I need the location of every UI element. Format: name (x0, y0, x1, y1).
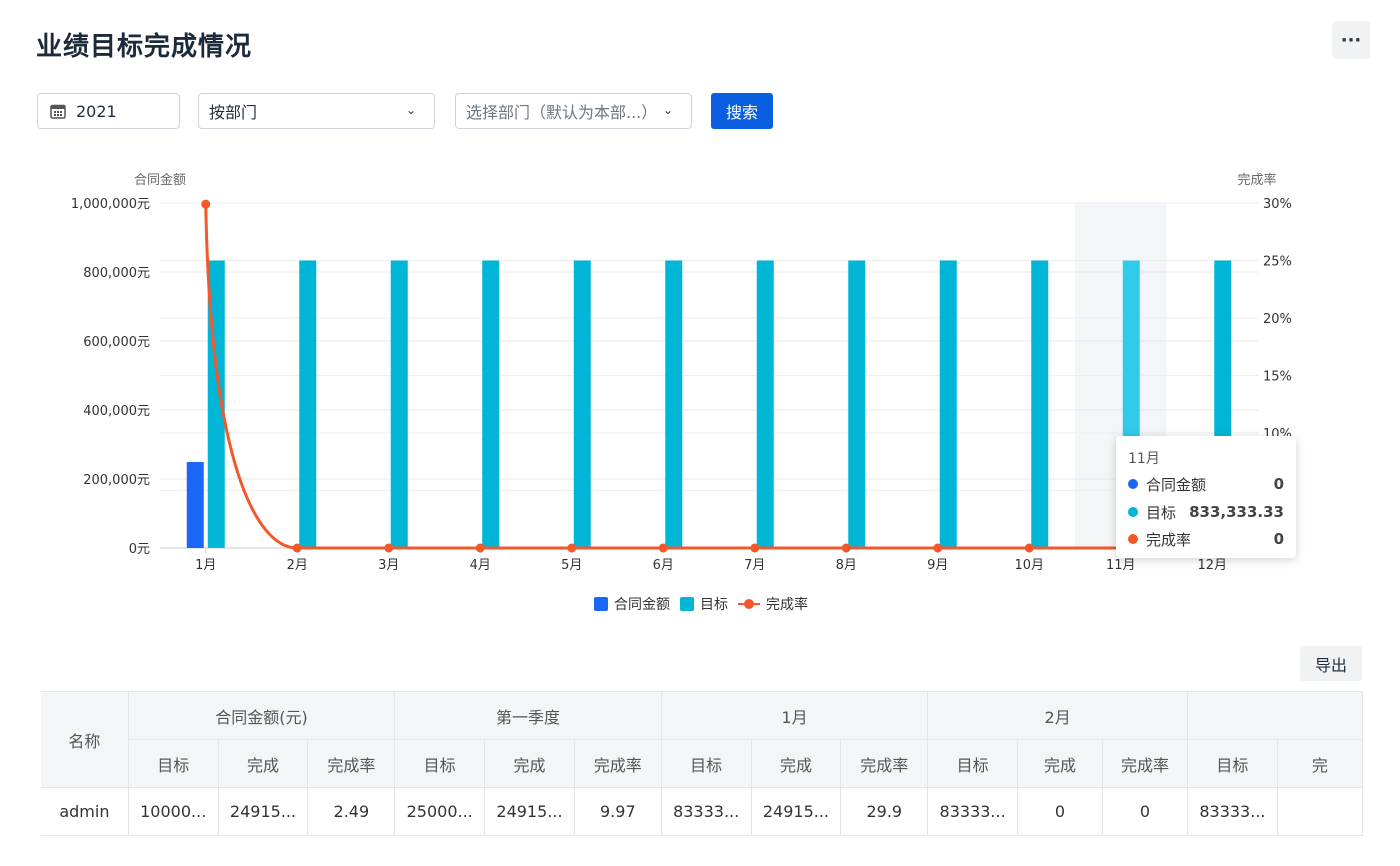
table-cell: 29.9 (840, 787, 929, 836)
sub-header: 目标 (128, 739, 219, 788)
table-cell: 9.97 (574, 787, 662, 836)
group-header: 第一季度 (394, 691, 662, 740)
sub-header: 目标 (1187, 739, 1278, 788)
sub-header: 完成率 (307, 739, 396, 788)
sub-header: 完成 (484, 739, 575, 788)
group-header: 2月 (927, 691, 1189, 740)
sub-header: 完成率 (840, 739, 929, 788)
group-header: 合同金额(元) (128, 691, 396, 740)
table-cell: 0 (1102, 787, 1189, 836)
performance-table: 名称 合同金额(元) 第一季度 1月 2月 目标 完成 完成率 目标 完成 完成… (41, 691, 1363, 836)
group-header: 1月 (661, 691, 929, 740)
sub-header: 完成 (751, 739, 842, 788)
table-row: admin 10000... 24915... 2.49 25000... 24… (41, 787, 1363, 836)
table-cell: 10000... (128, 787, 219, 836)
table-cell: 83333... (927, 787, 1019, 836)
sub-header: 目标 (661, 739, 752, 788)
table-cell: 24915... (218, 787, 309, 836)
table-cell: 24915... (484, 787, 575, 836)
sub-header: 完成 (1017, 739, 1104, 788)
sub-header: 完成 (218, 739, 309, 788)
table-clip: 名称 合同金额(元) 第一季度 1月 2月 目标 完成 完成率 目标 完成 完成… (0, 0, 1363, 866)
table-cell (1277, 787, 1363, 836)
sub-header: 目标 (394, 739, 486, 788)
table-cell: 83333... (1187, 787, 1278, 836)
row-name: admin (41, 787, 129, 836)
table-cell: 0 (1017, 787, 1104, 836)
sub-header: 完成率 (574, 739, 662, 788)
sub-header: 完 (1277, 739, 1363, 788)
group-header (1187, 691, 1363, 740)
table-cell: 83333... (661, 787, 752, 836)
table-cell: 25000... (394, 787, 486, 836)
sub-header: 完成率 (1102, 739, 1189, 788)
sub-header: 目标 (927, 739, 1019, 788)
table-cell: 2.49 (307, 787, 396, 836)
table-cell: 24915... (751, 787, 842, 836)
name-header: 名称 (41, 691, 129, 788)
